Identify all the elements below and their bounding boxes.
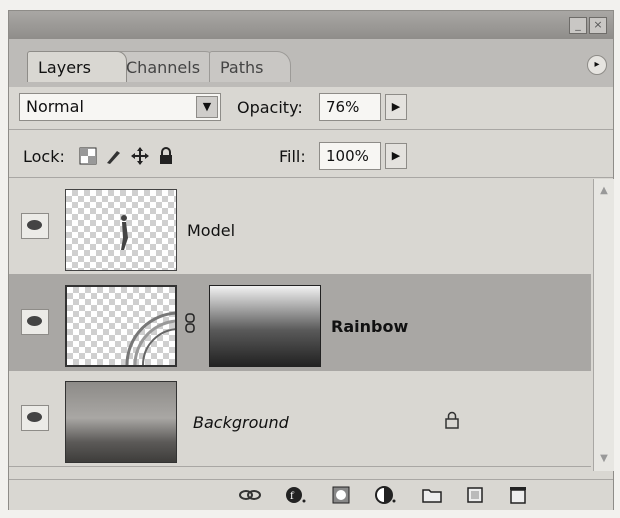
layer-name: Background bbox=[193, 413, 289, 432]
layer-thumbnail[interactable] bbox=[65, 189, 177, 271]
layer-row-rainbow[interactable]: Rainbow bbox=[9, 275, 591, 371]
adjustment-layer-icon[interactable] bbox=[375, 486, 397, 504]
lock-icon bbox=[445, 411, 459, 429]
divider bbox=[9, 177, 613, 178]
lock-transparent-pixels-icon[interactable] bbox=[79, 147, 97, 165]
divider bbox=[9, 129, 613, 130]
lock-fill-row: Lock: Fill: 100% ▶ bbox=[9, 137, 613, 177]
fill-slider-button[interactable]: ▶ bbox=[385, 143, 407, 169]
tab-bar: Channels Paths Layers ▸ bbox=[9, 39, 613, 87]
layer-row-background[interactable]: Background bbox=[9, 371, 591, 467]
layer-name: Rainbow bbox=[331, 317, 409, 336]
opacity-slider-button[interactable]: ▶ bbox=[385, 94, 407, 120]
layer-row-model[interactable]: Model bbox=[9, 179, 591, 275]
layers-toolbar: f bbox=[9, 479, 613, 510]
blend-mode-select[interactable]: Normal ▼ bbox=[19, 93, 221, 121]
layer-name: Model bbox=[187, 221, 236, 240]
tab-layers-label: Layers bbox=[38, 58, 91, 77]
folder-icon[interactable] bbox=[421, 486, 443, 504]
layer-mask-thumbnail[interactable] bbox=[209, 285, 321, 367]
rainbow-arc-icon bbox=[125, 311, 180, 366]
layer-thumbnail[interactable] bbox=[65, 381, 177, 463]
minimize-icon[interactable]: _ bbox=[569, 17, 587, 34]
tab-layers[interactable]: Layers bbox=[27, 51, 127, 82]
fill-input[interactable]: 100% bbox=[319, 142, 381, 170]
scroll-down-icon[interactable]: ▼ bbox=[597, 453, 611, 465]
lock-image-pixels-icon[interactable] bbox=[105, 147, 123, 165]
layer-style-icon[interactable]: f bbox=[285, 486, 307, 504]
tab-channels-label: Channels bbox=[126, 58, 201, 77]
opacity-label: Opacity: bbox=[237, 98, 303, 117]
figure-icon bbox=[121, 215, 128, 250]
eye-icon[interactable] bbox=[21, 309, 49, 335]
tab-paths-label: Paths bbox=[220, 58, 264, 77]
layers-scrollbar[interactable]: ▲ ▼ bbox=[593, 179, 614, 471]
tab-channels[interactable]: Channels bbox=[115, 51, 219, 82]
blend-opacity-row: Normal ▼ Opacity: 76% ▶ bbox=[9, 87, 613, 127]
eye-icon[interactable] bbox=[21, 405, 49, 431]
trash-icon[interactable] bbox=[507, 486, 529, 504]
scroll-up-icon[interactable]: ▲ bbox=[597, 185, 611, 197]
lock-position-icon[interactable] bbox=[131, 147, 149, 165]
link-layers-icon[interactable] bbox=[239, 486, 261, 504]
chevron-down-icon[interactable]: ▼ bbox=[196, 96, 218, 118]
layers-panel: _ × Channels Paths Layers ▸ Normal ▼ Opa… bbox=[8, 10, 614, 510]
lock-label: Lock: bbox=[23, 147, 65, 166]
panel-menu-icon[interactable]: ▸ bbox=[587, 55, 607, 75]
opacity-input[interactable]: 76% bbox=[319, 93, 381, 121]
layer-thumbnail[interactable] bbox=[65, 285, 180, 367]
layer-list: Model Rainbow Background bbox=[9, 179, 591, 471]
tab-paths[interactable]: Paths bbox=[209, 51, 291, 82]
add-mask-icon[interactable] bbox=[331, 486, 353, 504]
panel-titlebar: _ × bbox=[9, 11, 613, 39]
lock-all-icon[interactable] bbox=[157, 147, 175, 165]
blend-mode-value: Normal bbox=[26, 97, 84, 116]
new-layer-icon[interactable] bbox=[465, 486, 487, 504]
close-icon[interactable]: × bbox=[589, 17, 607, 34]
eye-icon[interactable] bbox=[21, 213, 49, 239]
fill-label: Fill: bbox=[279, 147, 306, 166]
chain-link-icon[interactable] bbox=[183, 313, 197, 333]
